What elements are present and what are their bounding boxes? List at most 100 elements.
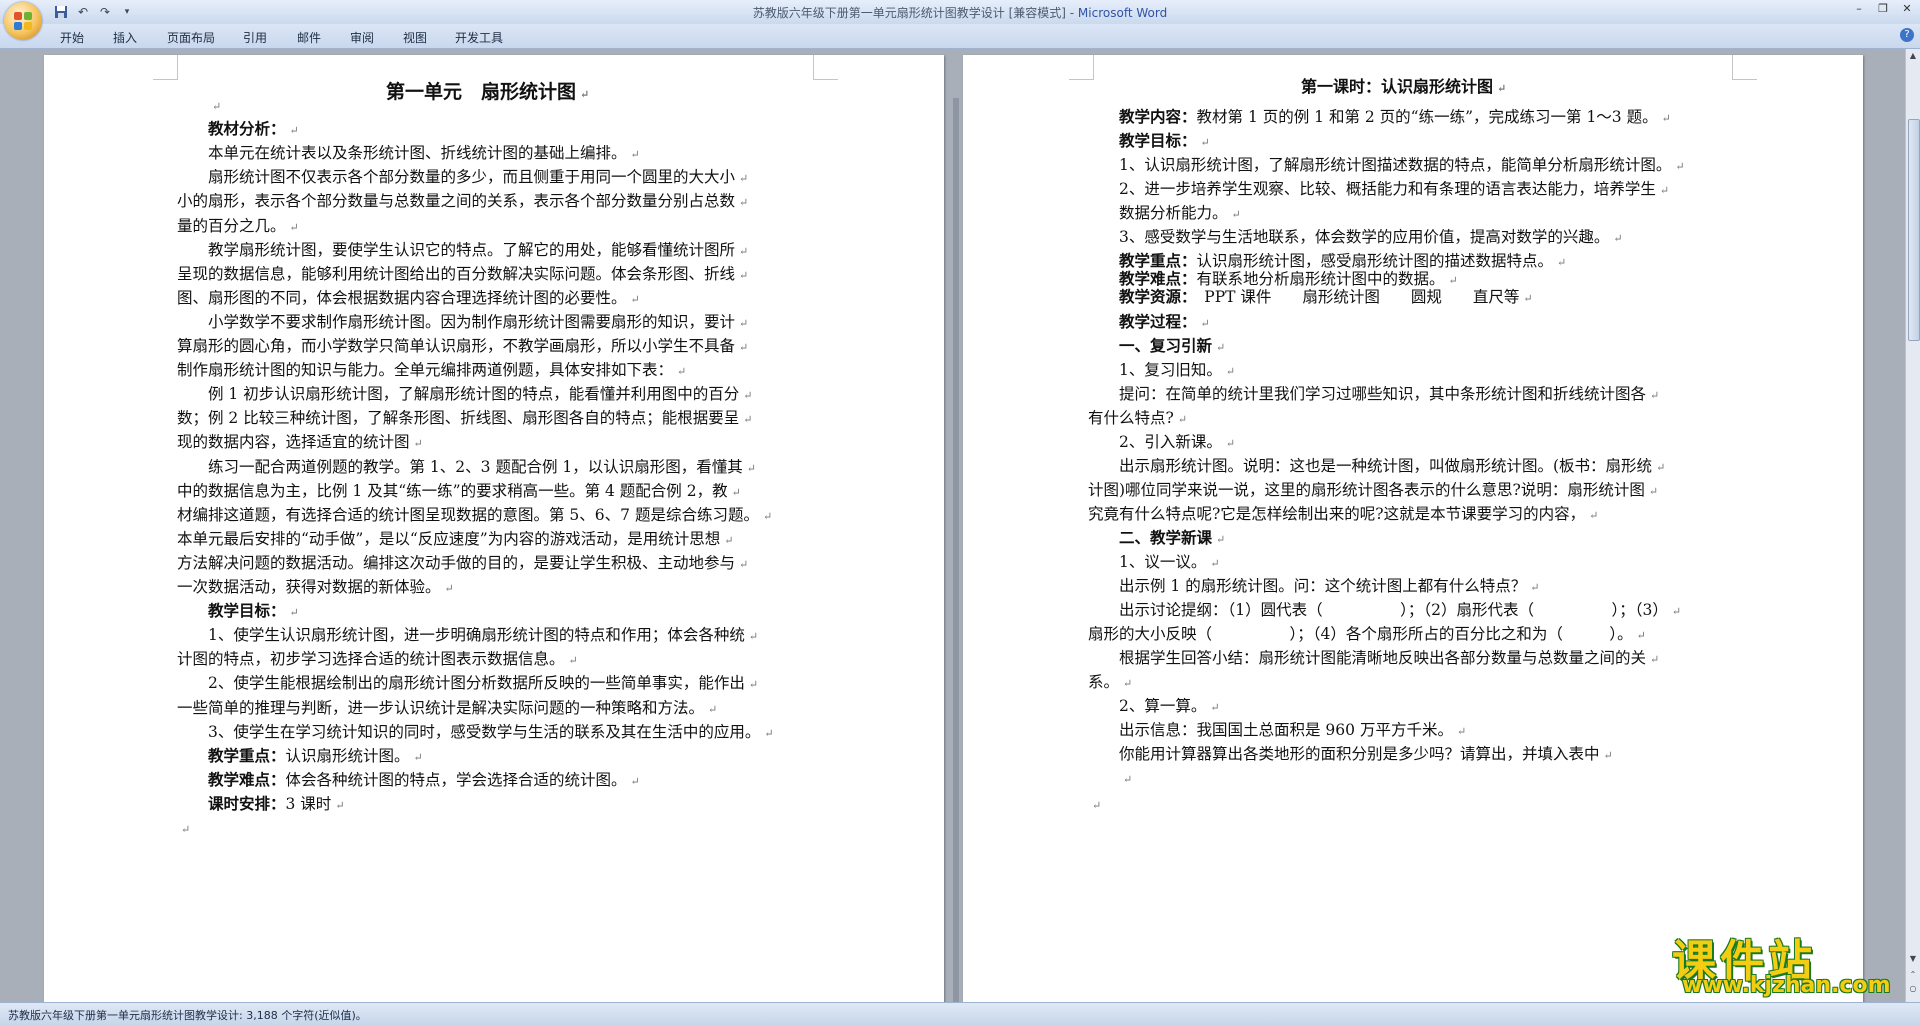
paragraph-mark-icon: ↵: [1636, 629, 1646, 642]
line-text: 本单元最后安排的“动手做”，是以“反应速度”为内容的游戏活动，是用统计思想: [177, 529, 721, 548]
line-text: 量的百分之几。: [177, 216, 286, 235]
paragraph-line: 现的数据内容，选择适宜的统计图 ↵: [177, 432, 423, 454]
paragraph-mark-icon: ↵: [1523, 292, 1533, 305]
paragraph-mark-icon: ↵: [289, 124, 299, 138]
paragraph-mark-icon: ↵: [630, 774, 640, 788]
help-icon[interactable]: ?: [1900, 28, 1914, 42]
line-text: 2、算一算。: [1119, 697, 1207, 715]
status-bar: 苏教版六年级下册第一单元扇形统计图教学设计: 3,188 个字符(近似值)。: [0, 1002, 1920, 1026]
paragraph-mark-icon: ↵: [1650, 653, 1660, 666]
paragraph-mark-icon: ↵: [743, 389, 753, 403]
watermark-logo: 课件站 www.kjzhan.com: [1660, 925, 1905, 1000]
document-page-right[interactable]: 第一课时：认识扇形统计图 ↵ 教学内容：教材第 1 页的例 1 和第 2 页的“练…: [963, 55, 1863, 1002]
line-text: 数；例 2 比较三种统计图，了解条形图、折线图、扇形图各自的特点；能根据要呈: [177, 409, 740, 428]
line-text: 系。: [1088, 673, 1120, 691]
paragraph-mark-icon: ↵: [748, 678, 759, 692]
document-page-left[interactable]: 第一单元 扇形统计图 ↵ ↵ 教材分析： ↵ 本单元在统计表以及条形统计图、折线统计图的…: [44, 55, 944, 1002]
bold-label: 一、复习引新: [1119, 336, 1213, 355]
paragraph-line: 1、使学生认识扇形统计图，进一步明确扇形统计图的特点和作用；体会各种统 ↵: [208, 625, 758, 647]
paragraph-mark-icon: ↵: [743, 413, 753, 427]
paragraph-mark-icon: ↵: [630, 148, 640, 162]
line-text: 练习一配合两道例题的教学。第 1、2、3 题配合例 1，以认识扇形图，看懂其: [208, 457, 743, 476]
paragraph-mark-icon: ↵: [1613, 232, 1623, 245]
paragraph-line: 图、扇形图的不同，体会根据数据内容合理选择统计图的必要性。 ↵: [177, 288, 640, 310]
close-button[interactable]: ✕: [1898, 2, 1916, 16]
paragraph-mark-icon: ↵: [289, 606, 299, 620]
paragraph-line: 课时安排：3 课时 ↵: [208, 794, 345, 816]
paragraph-line: ↵: [177, 818, 190, 840]
paragraph-line: 制作扇形统计图的知识与能力。全单元编排两道例题，具体安排如下表： ↵: [177, 360, 686, 382]
line-text: 出示讨论提纲：（1）圆代表（ ）；（2）扇形代表（ ）；（3）: [1119, 601, 1668, 619]
tab-developer[interactable]: 开发工具: [455, 29, 503, 46]
scroll-thumb[interactable]: [1908, 119, 1920, 341]
line-text: 一次数据活动，获得对数据的新体验。: [177, 578, 441, 596]
line-text: 教学扇形统计图，要使学生认识它的特点。了解它的用处，能够看懂统计图所: [208, 240, 736, 259]
minimize-button[interactable]: –: [1850, 2, 1868, 16]
paragraph-line: 1、复习旧知。 ↵: [1119, 360, 1235, 382]
paragraph-line: 量的百分之几。 ↵: [177, 216, 299, 238]
paragraph-mark-icon: ↵: [739, 172, 749, 186]
page-title: 第一单元 扇形统计图 ↵: [386, 81, 590, 103]
paragraph-mark-icon: ↵: [739, 316, 749, 330]
paragraph-line: 小学数学不要求制作扇形统计图。因为制作扇形统计图需要扇形的知识，要计 ↵: [208, 312, 748, 334]
paragraph-line: 本单元在统计表以及条形统计图、折线统计图的基础上编排。 ↵: [208, 143, 640, 165]
paragraph-line: 出示讨论提纲：（1）圆代表（ ）；（2）扇形代表（ ）；（3） ↵: [1119, 600, 1681, 622]
bold-label: 课时安排：: [208, 793, 286, 813]
line-text: 有联系地分析扇形统计图中的数据。: [1196, 270, 1445, 288]
paragraph-mark-icon: ↵: [212, 100, 222, 113]
scroll-up-icon[interactable]: ▲: [1908, 51, 1918, 61]
paragraph-mark-icon: ↵: [1656, 461, 1666, 474]
paragraph-mark-icon: ↵: [181, 823, 191, 836]
paragraph-mark-icon: ↵: [1210, 557, 1220, 570]
restore-button[interactable]: ❐: [1874, 2, 1892, 16]
paragraph-mark-icon: ↵: [568, 654, 578, 668]
line-text: 究竟有什么特点呢?它是怎样绘制出来的呢?这就是本节课要学习的内容，: [1088, 505, 1586, 523]
line-text: 3 课时: [285, 794, 332, 813]
paragraph-mark-icon: ↵: [746, 461, 756, 475]
paragraph-line: 中的数据信息为主，比例 1 及其“练一练”的要求稍高一些。第 4 题配合例 2，…: [177, 481, 741, 503]
paragraph-line: 练习一配合两道例题的教学。第 1、2、3 题配合例 1，以认识扇形图，看懂其 ↵: [208, 457, 756, 479]
paragraph-line: 教学扇形统计图，要使学生认识它的特点。了解它的用处，能够看懂统计图所 ↵: [208, 240, 748, 262]
previous-page-icon[interactable]: ⌃: [1908, 970, 1918, 980]
tab-page-layout[interactable]: 页面布局: [167, 29, 215, 46]
line-text: 2、引入新课。: [1119, 433, 1222, 451]
paragraph-mark-icon: ↵: [739, 268, 749, 282]
scroll-down-icon[interactable]: ▼: [1908, 954, 1918, 964]
office-logo-icon[interactable]: [4, 2, 42, 40]
paragraph-mark-icon: ↵: [289, 220, 299, 234]
paragraph-mark-icon: ↵: [739, 557, 749, 571]
window-title: 苏教版六年级下册第一单元扇形统计图教学设计 [兼容模式] - Microsoft…: [0, 4, 1920, 21]
tab-mailings[interactable]: 邮件: [297, 29, 321, 46]
line-text: 1、认识扇形统计图，了解扇形统计图描述数据的特点，能简单分析扇形统计图。: [1119, 156, 1672, 174]
select-browse-object-icon[interactable]: ○: [1908, 984, 1918, 994]
line-text: 图、扇形图的不同，体会根据数据内容合理选择统计图的必要性。: [177, 288, 627, 307]
tab-insert[interactable]: 插入: [113, 29, 137, 46]
bold-label: 教学难点：: [208, 769, 286, 789]
line-text: 方法解决问题的数据活动。编排这次动手做的目的，是要让学生积极、主动地参与: [177, 553, 736, 572]
document-title: 苏教版六年级下册第一单元扇形统计图教学设计 [兼容模式] -: [752, 6, 1078, 20]
paragraph-mark-icon: ↵: [1092, 799, 1102, 812]
paragraph-mark-icon: ↵: [413, 437, 423, 451]
paragraph-line: 数据分析能力。 ↵: [1119, 203, 1241, 225]
paragraph-line: 根据学生回答小结：扇形统计图能清晰地反映出各部分数量与总数量之间的关 ↵: [1119, 648, 1659, 670]
paragraph-mark-icon: ↵: [748, 630, 759, 644]
margin-corner-mark: [153, 55, 178, 80]
paragraph-line: 算扇形的圆心角，而小学数学只简单认识扇形，不教学画扇形，所以小学生不具备 ↵: [177, 336, 748, 358]
paragraph-line: 一次数据活动，获得对数据的新体验。 ↵: [177, 577, 454, 599]
vertical-scrollbar[interactable]: ▲ ▼ ⌃ ○: [1905, 49, 1920, 1002]
bold-label: 教材分析：: [208, 119, 286, 139]
tab-home[interactable]: 开始: [60, 29, 84, 46]
tab-view[interactable]: 视图: [403, 29, 427, 46]
status-text: 苏教版六年级下册第一单元扇形统计图教学设计: 3,188 个字符(近似值)。: [8, 1009, 367, 1022]
tab-references[interactable]: 引用: [243, 29, 267, 46]
line-text: 提问：在简单的统计里我们学习过哪些知识，其中条形统计图和折线统计图各: [1119, 385, 1647, 403]
tab-review[interactable]: 审阅: [350, 29, 374, 46]
paragraph-mark-icon: ↵: [1123, 677, 1133, 690]
paragraph-mark-icon: ↵: [1557, 256, 1567, 269]
paragraph-line: 你能用计算器算出各类地形的面积分别是多少吗？请算出，并填入表中 ↵: [1119, 744, 1613, 766]
line-text: 根据学生回答小结：扇形统计图能清晰地反映出各部分数量与总数量之间的关: [1119, 649, 1647, 667]
ribbon-tabs: 开始 插入 页面布局 引用 邮件 审阅 视图 开发工具: [0, 24, 1920, 49]
paragraph-line: 计图的特点，初步学习选择合适的统计图表示数据信息。 ↵: [177, 649, 578, 671]
window-controls: – ❐ ✕: [1850, 2, 1916, 16]
paragraph-mark-icon: ↵: [1589, 509, 1599, 522]
